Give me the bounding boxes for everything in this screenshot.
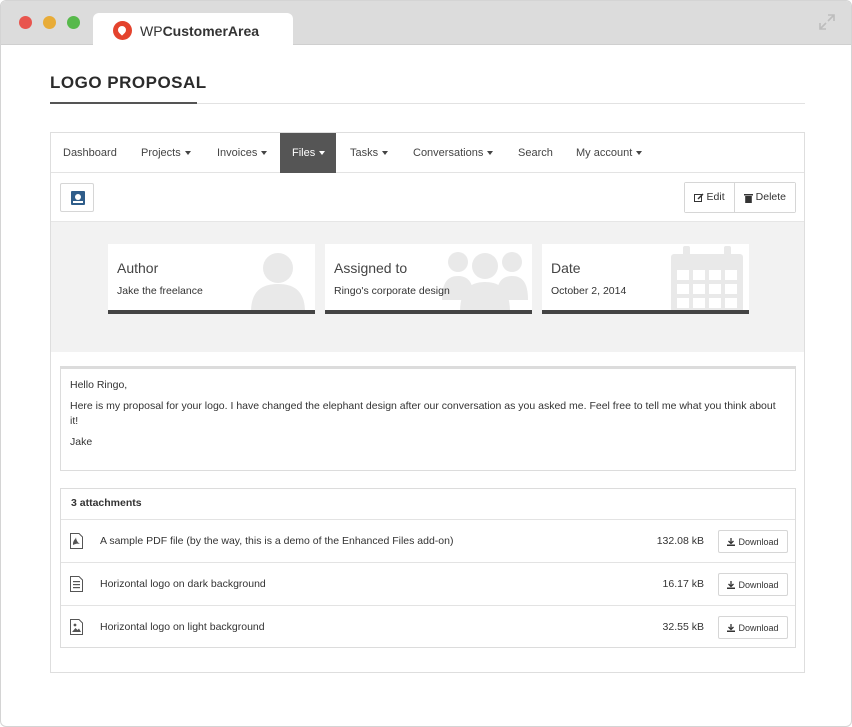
calendar-icon xyxy=(671,246,743,310)
close-window-button[interactable] xyxy=(19,16,32,29)
nav-item-search[interactable]: Search xyxy=(506,133,565,173)
caret-down-icon xyxy=(184,151,191,156)
tab-title: WPCustomerArea xyxy=(140,23,260,39)
maximize-window-button[interactable] xyxy=(67,16,80,29)
user-icon xyxy=(251,253,305,310)
download-button[interactable]: Download xyxy=(718,616,788,639)
message-body: Hello Ringo, Here is my proposal for you… xyxy=(60,366,796,471)
file-type-button[interactable] xyxy=(60,183,94,212)
date-label: Date xyxy=(551,260,581,276)
nav-item-invoices[interactable]: Invoices xyxy=(205,133,279,173)
meta-cards-area: Author Jake the freelance Assigned to Ri… xyxy=(51,222,804,352)
attachment-name[interactable]: Horizontal logo on light background xyxy=(100,621,265,633)
delete-button[interactable]: Delete xyxy=(733,183,795,212)
list-item: Horizontal logo on light background 32.5… xyxy=(61,606,795,649)
caret-down-icon xyxy=(382,151,389,156)
attachments-header: 3 attachments xyxy=(61,489,795,520)
minimize-window-button[interactable] xyxy=(43,16,56,29)
nav-item-dashboard[interactable]: Dashboard xyxy=(51,133,129,173)
list-item: Horizontal logo on dark background 16.17… xyxy=(61,563,795,606)
message-signature: Jake xyxy=(70,436,93,448)
author-value: Jake the freelance xyxy=(117,285,203,297)
nav-item-projects[interactable]: Projects xyxy=(129,133,203,173)
expand-icon[interactable] xyxy=(819,14,835,30)
wpca-logo-icon xyxy=(113,21,132,40)
text-file-icon xyxy=(70,576,83,592)
download-button[interactable]: Download xyxy=(718,530,788,553)
attachments-list: 3 attachments A sample PDF file (by the … xyxy=(60,488,796,648)
trash-icon xyxy=(743,193,753,203)
nav-item-tasks[interactable]: Tasks xyxy=(338,133,400,173)
author-label: Author xyxy=(117,260,159,276)
title-accent-line xyxy=(50,102,197,104)
edit-button[interactable]: Edit xyxy=(684,183,734,212)
attachment-size: 32.55 kB xyxy=(662,621,704,633)
image-file-icon xyxy=(70,619,83,635)
group-icon xyxy=(442,252,528,310)
author-card: Author Jake the freelance xyxy=(108,244,315,314)
assigned-value: Ringo's corporate design xyxy=(334,285,450,297)
message-greeting: Hello Ringo, xyxy=(70,379,128,391)
caret-down-icon xyxy=(487,151,494,156)
assigned-card: Assigned to Ringo's corporate design xyxy=(325,244,532,314)
list-item: A sample PDF file (by the way, this is a… xyxy=(61,520,795,563)
date-card: Date October 2, 2014 xyxy=(542,244,749,314)
file-badge-icon xyxy=(71,191,85,205)
browser-tab[interactable]: WPCustomerArea xyxy=(93,13,293,46)
nav-item-conversations[interactable]: Conversations xyxy=(401,133,505,173)
caret-down-icon xyxy=(319,151,326,156)
download-button[interactable]: Download xyxy=(718,573,788,596)
caret-down-icon xyxy=(636,151,643,156)
browser-chrome: WPCustomerArea xyxy=(1,1,851,46)
attachment-name[interactable]: A sample PDF file (by the way, this is a… xyxy=(100,535,453,547)
nav-item-my-account[interactable]: My account xyxy=(564,133,654,173)
assigned-label: Assigned to xyxy=(334,260,408,276)
download-icon xyxy=(727,623,736,632)
attachment-size: 16.17 kB xyxy=(662,578,704,590)
attachment-name[interactable]: Horizontal logo on dark background xyxy=(100,578,266,590)
caret-down-icon xyxy=(261,151,268,156)
file-toolbar: Edit Delete xyxy=(51,173,804,222)
edit-icon xyxy=(693,193,704,202)
date-value: October 2, 2014 xyxy=(551,285,627,297)
main-nav: Dashboard Projects Invoices Files Tasks … xyxy=(51,133,804,173)
download-icon xyxy=(727,537,736,546)
page-title: LOGO PROPOSAL xyxy=(50,73,207,92)
action-button-group: Edit Delete xyxy=(683,182,796,213)
file-panel: Dashboard Projects Invoices Files Tasks … xyxy=(50,132,805,673)
pdf-file-icon xyxy=(70,533,83,549)
download-icon xyxy=(727,580,736,589)
message-text: Here is my proposal for your logo. I hav… xyxy=(70,400,776,427)
browser-window: WPCustomerArea LOGO PROPOSAL Dashboard P… xyxy=(0,0,852,727)
attachment-size: 132.08 kB xyxy=(656,535,704,547)
nav-item-files[interactable]: Files xyxy=(280,133,336,173)
